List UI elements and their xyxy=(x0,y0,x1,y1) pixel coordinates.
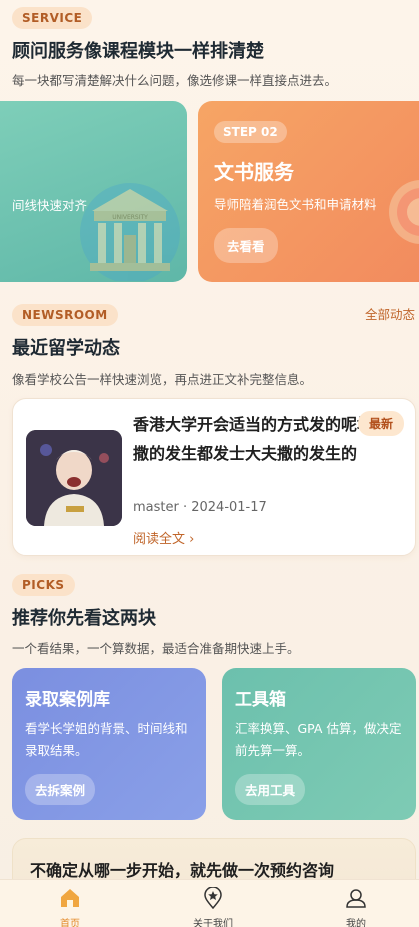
tab-label: 我的 xyxy=(346,919,366,927)
pick-card-desc: 汇率换算、GPA 估算，做决定前先算一算。 xyxy=(235,721,402,758)
view-cases-button[interactable]: 去拆案例 xyxy=(25,774,96,805)
location-star-icon xyxy=(204,887,222,909)
news-thumbnail-image xyxy=(26,430,122,526)
university-label: UNIVERSITY xyxy=(112,214,148,221)
picks-section-subtitle: 一个看结果，一个算数据，最适合准备期快速上手。 xyxy=(12,641,300,656)
picks-section-pill: PICKS xyxy=(12,574,75,596)
service-section-subtitle: 每一块都写清楚解决什么问题，像选修课一样直接点进去。 xyxy=(12,73,338,88)
read-more-link[interactable]: 阅读全文 › xyxy=(133,528,194,547)
service-card-desc: 间线快速对齐 xyxy=(12,198,88,213)
news-meta: master · 2024-01-17 xyxy=(133,500,267,515)
newsroom-section-title: 最近留学动态 xyxy=(12,338,120,359)
award-badge-icon xyxy=(389,180,419,244)
tab-me[interactable]: 我的 xyxy=(311,880,401,927)
tab-about[interactable]: 关于我们 xyxy=(168,880,258,927)
service-card-title: 文书服务 xyxy=(214,160,294,184)
service-step-badge: STEP 02 xyxy=(214,121,287,143)
use-tools-button[interactable]: 去用工具 xyxy=(235,774,306,805)
consult-text: 不确定从哪一步开始，就先做一次预约咨询 xyxy=(30,861,335,880)
tab-label: 关于我们 xyxy=(193,919,233,927)
bottom-tab-bar: 首页 关于我们 我的 xyxy=(0,879,419,927)
picks-section-title: 推荐你先看这两块 xyxy=(12,608,156,629)
service-card-partial[interactable]: 间线快速对齐 UNIVERSITY xyxy=(0,101,187,282)
pick-card-tools[interactable]: 工具箱 汇率换算、GPA 估算，做决定前先算一算。 去用工具 xyxy=(222,668,416,820)
service-section-pill: SERVICE xyxy=(12,7,93,29)
news-headline[interactable]: 香港大学开会适当的方式发的呢地方撒的发生都发士大夫撒的发生的 xyxy=(133,410,393,468)
pick-card-cases[interactable]: 录取案例库 看学长学姐的背景、时间线和录取结果。 去拆案例 xyxy=(12,668,206,820)
home-icon xyxy=(61,889,79,907)
tab-label: 首页 xyxy=(60,919,80,927)
all-news-link[interactable]: 全部动态 xyxy=(365,304,415,323)
newsroom-section-pill: NEWSROOM xyxy=(12,304,118,326)
service-card-documents[interactable]: STEP 02 文书服务 导师陪着润色文书和申请材料 去看看 xyxy=(198,101,419,282)
service-view-button[interactable]: 去看看 xyxy=(214,228,278,263)
pick-card-desc: 看学长学姐的背景、时间线和录取结果。 xyxy=(25,721,188,758)
service-section-title: 顾问服务像课程模块一样排清楚 xyxy=(12,41,264,62)
latest-badge: 最新 xyxy=(358,411,405,436)
person-photo-icon xyxy=(26,430,122,526)
tab-home[interactable]: 首页 xyxy=(25,880,115,927)
newsroom-section-subtitle: 像看学校公告一样快速浏览，再点进正文补完整信息。 xyxy=(12,372,313,387)
pick-card-title: 工具箱 xyxy=(235,690,286,710)
news-article-card[interactable]: 香港大学开会适当的方式发的呢地方撒的发生都发士大夫撒的发生的 最新 master… xyxy=(12,398,416,556)
service-card-desc: 导师陪着润色文书和申请材料 xyxy=(214,197,377,212)
user-icon xyxy=(346,889,366,908)
university-building-icon: UNIVERSITY xyxy=(80,183,180,281)
pick-card-title: 录取案例库 xyxy=(25,690,110,710)
